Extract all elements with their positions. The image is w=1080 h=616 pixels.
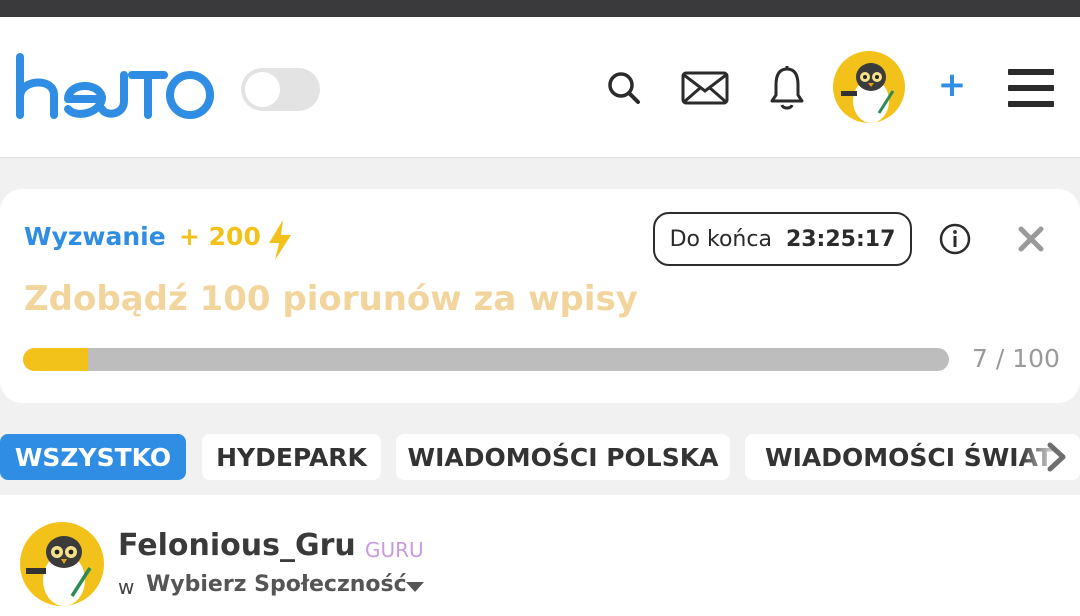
search-icon[interactable] xyxy=(602,64,646,112)
timer-prefix: Do końca xyxy=(669,226,772,252)
top-header: + xyxy=(0,17,1080,158)
challenge-timer: Do końca 23:25:17 xyxy=(653,212,912,266)
progress-count: 7 / 100 xyxy=(972,344,1060,373)
tab-wszystko[interactable]: WSZYSTKO xyxy=(0,434,186,480)
timer-value: 23:25:17 xyxy=(785,226,896,252)
mail-icon[interactable] xyxy=(679,64,731,112)
add-post-button[interactable]: + xyxy=(935,65,969,105)
challenge-label: Wyzwanie xyxy=(24,222,166,251)
lightning-icon xyxy=(269,220,291,260)
challenge-points: + 200 xyxy=(179,222,261,251)
author-rank-badge: GURU xyxy=(365,538,424,562)
category-tabs: WSZYSTKO HYDEPARK WIADOMOŚCI POLSKA WIAD… xyxy=(0,434,1080,480)
progress-fill xyxy=(23,348,88,371)
theme-toggle[interactable] xyxy=(241,68,320,111)
user-avatar[interactable] xyxy=(833,51,905,123)
status-bar xyxy=(0,0,1080,17)
chevron-down-icon[interactable] xyxy=(405,581,425,593)
challenge-card: Wyzwanie + 200 Do końca 23:25:17 Zdobądź… xyxy=(0,189,1080,403)
author-name[interactable]: Felonious_Gru xyxy=(118,528,356,563)
menu-icon[interactable] xyxy=(1008,69,1054,107)
hejto-logo[interactable] xyxy=(14,53,216,123)
close-icon[interactable] xyxy=(1017,225,1045,253)
challenge-title: Zdobądź 100 piorunów za wpisy xyxy=(24,279,638,319)
post-card: Felonious_Gru GURU w Wybierz Społeczność xyxy=(0,495,1080,616)
community-prefix: w xyxy=(118,575,135,599)
community-selector[interactable]: Wybierz Społeczność xyxy=(146,572,407,597)
tab-label: WIADOMOŚCI ŚWIAT xyxy=(765,442,1054,472)
author-avatar[interactable] xyxy=(20,522,104,606)
tab-hydepark[interactable]: HYDEPARK xyxy=(202,434,381,480)
bell-icon[interactable] xyxy=(764,64,810,112)
tab-wiadomosci-polska[interactable]: WIADOMOŚCI POLSKA xyxy=(396,434,730,480)
tab-wiadomosci-swiat[interactable]: WIADOMOŚCI ŚWIAT xyxy=(745,434,1080,480)
challenge-progress-bar xyxy=(23,348,949,371)
chevron-right-icon[interactable] xyxy=(1044,441,1070,473)
toggle-knob xyxy=(245,72,280,107)
info-icon[interactable] xyxy=(939,223,971,255)
plus-icon: + xyxy=(937,65,967,105)
